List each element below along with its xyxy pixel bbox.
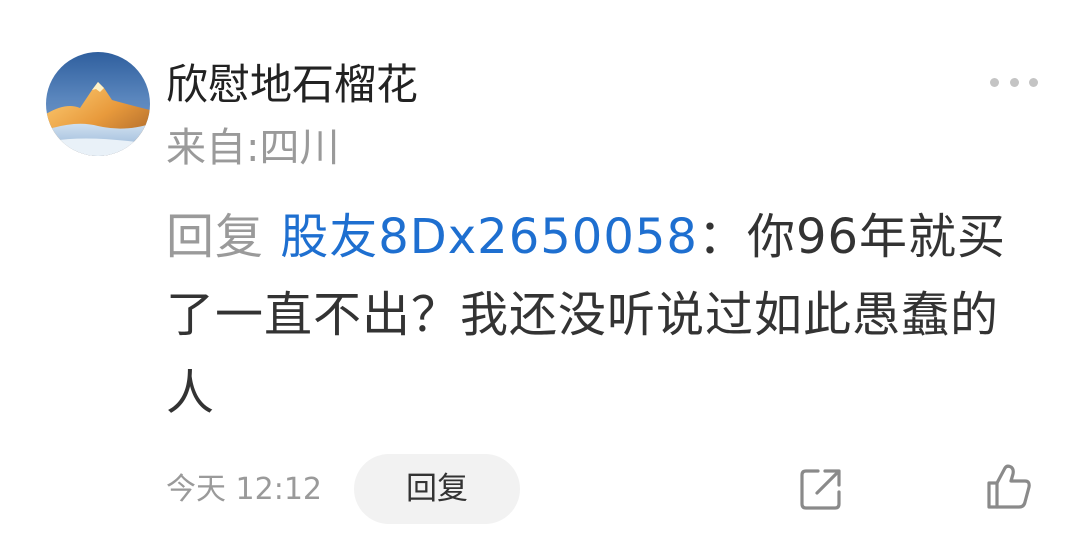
comment-body: 回复 股友8Dx2650058：你96年就买了一直不出？我还没听说过如此愚蠢的人 — [166, 198, 1046, 432]
more-dots-icon[interactable] — [990, 70, 1038, 94]
thumbs-up-icon-graphic — [987, 464, 1031, 509]
thumbs-up-icon[interactable] — [984, 462, 1034, 512]
author-name[interactable]: 欣慰地石榴花 — [166, 60, 418, 110]
share-icon-graphic — [800, 469, 841, 510]
mountain-sunset-avatar-icon — [46, 52, 150, 156]
more-dot — [1029, 77, 1038, 87]
share-icon[interactable] — [798, 466, 844, 512]
comment-timestamp: 今天 12:12 — [166, 472, 322, 507]
reply-prefix: 回复 — [166, 209, 281, 265]
mentioned-user-link[interactable]: 股友8Dx2650058 — [280, 209, 698, 265]
reply-button[interactable]: 回复 — [354, 454, 520, 524]
more-dot — [1009, 77, 1019, 87]
mention-separator: ： — [697, 209, 747, 265]
author-location: 来自:四川 — [166, 125, 340, 171]
more-dot — [990, 77, 999, 87]
avatar[interactable] — [46, 52, 150, 156]
